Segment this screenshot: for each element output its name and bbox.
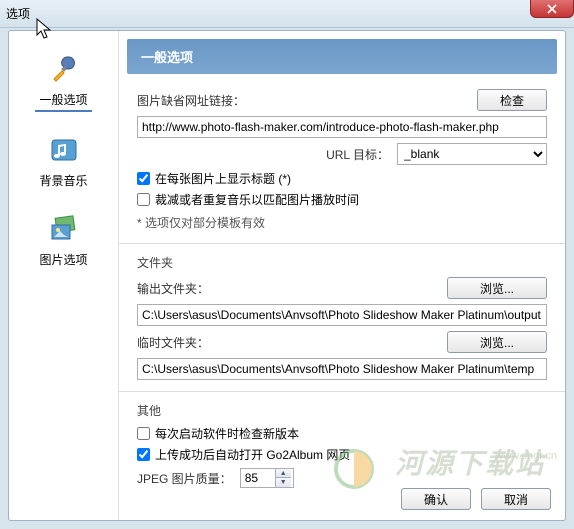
trim-music-label: 裁减或者重复音乐以匹配图片播放时间 <box>155 191 359 208</box>
check-update-label: 每次启动软件时检查新版本 <box>155 425 299 442</box>
sidebar-item-photo[interactable]: 图片选项 <box>13 207 114 276</box>
content-panel: 一般选项 图片缺省网址链接： 检查 URL 目标： _blank 在每张图片上显… <box>119 31 565 520</box>
dialog-footer: 确认 取消 <box>401 488 551 510</box>
show-title-checkbox[interactable] <box>137 172 150 185</box>
checkbox-row-trim-music[interactable]: 裁减或者重复音乐以匹配图片播放时间 <box>137 191 547 208</box>
window-body: 一般选项 背景音乐 图片选项 一般选项 图片缺省网址链接： 检查 URL 目标： <box>8 30 566 521</box>
show-title-label: 在每张图片上显示标题 (*) <box>155 170 291 187</box>
sidebar-item-music[interactable]: 背景音乐 <box>13 128 114 197</box>
sidebar-label: 图片选项 <box>35 249 91 270</box>
section-other: 其他 每次启动软件时检查新版本 上传成功后自动打开 Go2Album 网页 JP… <box>119 392 565 493</box>
section-header: 一般选项 <box>127 39 557 74</box>
check-update-checkbox[interactable] <box>137 427 150 440</box>
browse-temp-button[interactable]: 浏览... <box>447 331 547 353</box>
checkbox-row-show-title[interactable]: 在每张图片上显示标题 (*) <box>137 170 547 187</box>
url-target-select[interactable]: _blank <box>397 143 547 165</box>
jpeg-quality-stepper[interactable]: ▲ ▼ <box>240 468 294 488</box>
output-folder-input[interactable] <box>137 304 547 326</box>
other-title: 其他 <box>137 402 547 419</box>
titlebar: 选项 <box>0 0 574 28</box>
spin-up-icon[interactable]: ▲ <box>275 469 291 478</box>
label-temp-folder: 临时文件夹： <box>137 334 209 351</box>
jpeg-quality-input[interactable] <box>241 469 275 487</box>
check-button[interactable]: 检查 <box>477 89 547 111</box>
tools-icon <box>48 53 80 85</box>
music-icon <box>48 134 80 166</box>
section-folders: 文件夹 输出文件夹： 浏览... 临时文件夹： 浏览... <box>119 244 565 385</box>
browse-output-button[interactable]: 浏览... <box>447 277 547 299</box>
cancel-button[interactable]: 取消 <box>481 488 551 510</box>
checkbox-row-update[interactable]: 每次启动软件时检查新版本 <box>137 425 547 442</box>
label-jpeg-quality: JPEG 图片质量： <box>137 470 232 487</box>
sidebar-label: 一般选项 <box>35 89 91 112</box>
window-title: 选项 <box>6 5 30 22</box>
go2album-checkbox[interactable] <box>137 448 150 461</box>
sidebar-item-general[interactable]: 一般选项 <box>13 47 114 118</box>
photo-icon <box>48 213 80 245</box>
section-general: 图片缺省网址链接： 检查 URL 目标： _blank 在每张图片上显示标题 (… <box>119 74 565 237</box>
label-default-url: 图片缺省网址链接： <box>137 92 245 109</box>
go2album-label: 上传成功后自动打开 Go2Album 网页 <box>155 446 350 463</box>
label-output-folder: 输出文件夹： <box>137 280 209 297</box>
sidebar: 一般选项 背景音乐 图片选项 <box>9 31 119 520</box>
checkbox-row-go2album[interactable]: 上传成功后自动打开 Go2Album 网页 <box>137 446 547 463</box>
close-icon <box>547 4 557 14</box>
sidebar-label: 背景音乐 <box>35 170 91 191</box>
template-note: * 选项仅对部分模板有效 <box>137 214 547 231</box>
label-url-target: URL 目标： <box>326 146 389 163</box>
close-button[interactable] <box>530 0 574 18</box>
spin-down-icon[interactable]: ▼ <box>275 478 291 487</box>
temp-folder-input[interactable] <box>137 358 547 380</box>
folders-title: 文件夹 <box>137 254 547 271</box>
ok-button[interactable]: 确认 <box>401 488 471 510</box>
default-url-input[interactable] <box>137 116 547 138</box>
trim-music-checkbox[interactable] <box>137 193 150 206</box>
